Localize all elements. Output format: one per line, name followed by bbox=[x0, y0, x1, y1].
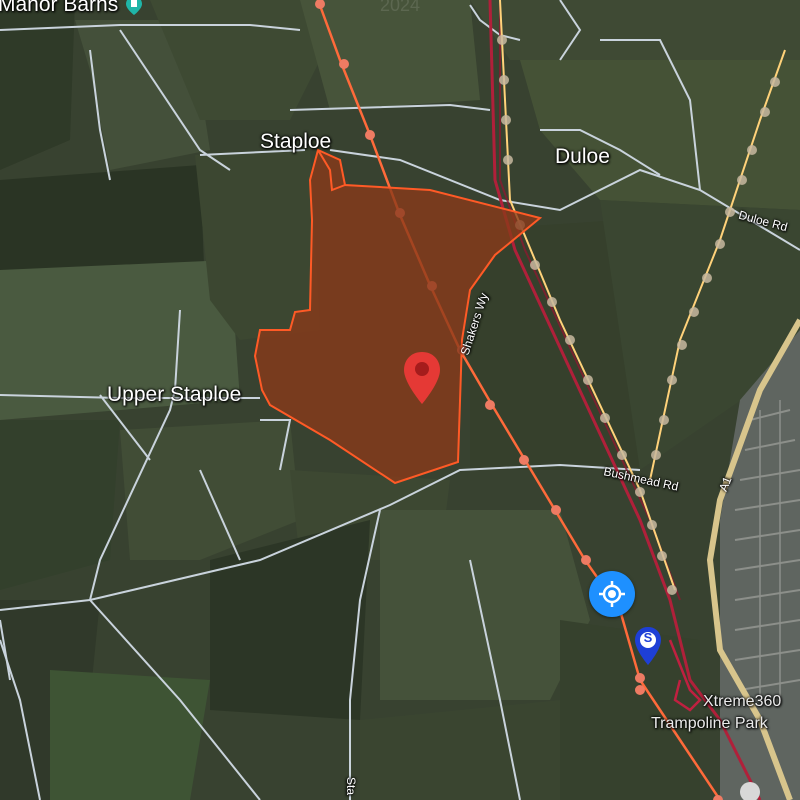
map-canvas[interactable]: Manor Barns Staploe Duloe Upper Staploe … bbox=[0, 0, 800, 800]
place-label-manor-barns: Manor Barns bbox=[0, 0, 119, 16]
poi-label-trampoline: Trampoline Park bbox=[651, 715, 768, 732]
faint-year-label: 2024 bbox=[380, 0, 421, 15]
road-label-sta: Sta bbox=[344, 776, 359, 796]
place-label-staploe: Staploe bbox=[260, 130, 332, 153]
location-pin-icon[interactable] bbox=[402, 350, 442, 406]
station-marker[interactable]: S bbox=[633, 626, 663, 666]
locate-me-button[interactable] bbox=[589, 571, 635, 617]
place-label-duloe: Duloe bbox=[555, 145, 610, 168]
s-badge-label: S bbox=[643, 630, 653, 645]
place-label-upper-staploe: Upper Staploe bbox=[107, 383, 242, 406]
poi-label-xtreme: Xtreme360 bbox=[703, 693, 782, 710]
partial-marker-icon[interactable] bbox=[740, 782, 760, 800]
crosshair-icon bbox=[599, 581, 625, 607]
poi-marker-icon[interactable] bbox=[123, 0, 145, 16]
